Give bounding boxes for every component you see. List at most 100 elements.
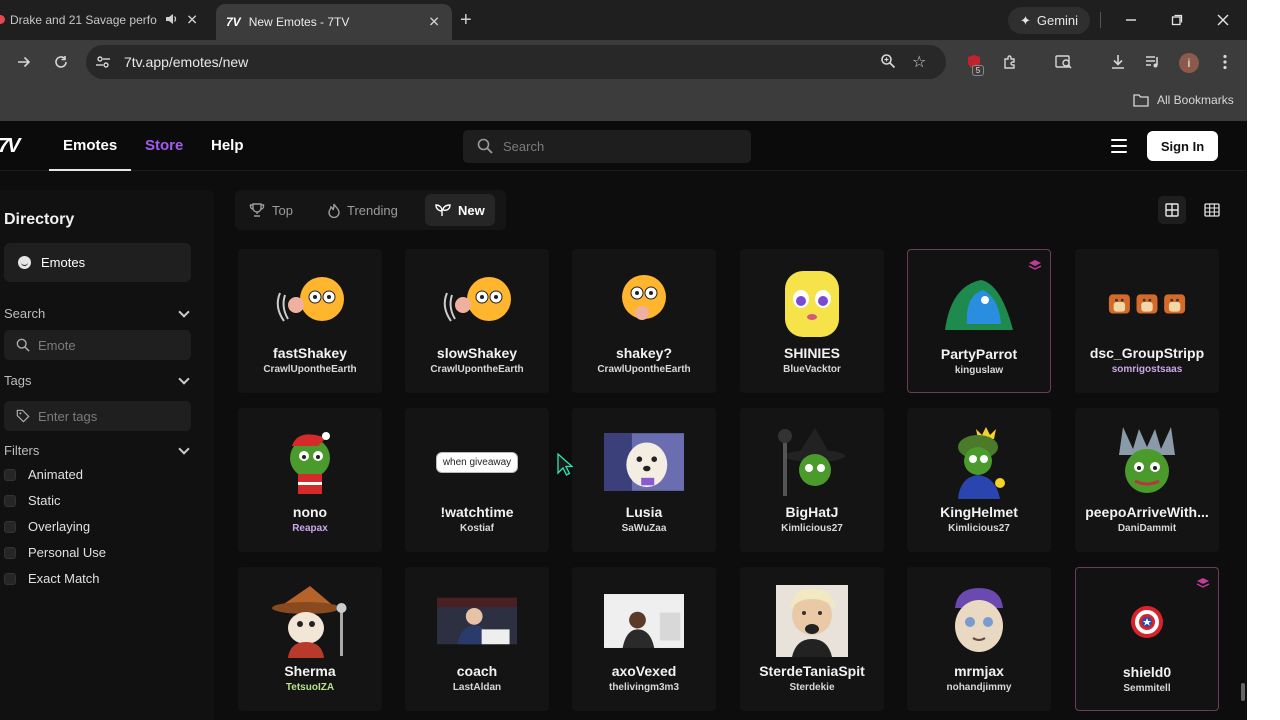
restore-button[interactable]	[1164, 8, 1190, 32]
minimize-button[interactable]	[1118, 8, 1144, 32]
checkbox[interactable]	[4, 520, 16, 533]
all-bookmarks-button[interactable]: All Bookmarks	[1133, 93, 1234, 107]
sort-new[interactable]: New	[425, 194, 495, 226]
checkbox[interactable]	[4, 468, 16, 481]
emote-card[interactable]: shield0 Semmitell	[1075, 567, 1219, 711]
emote-card[interactable]: coach LastAldan	[405, 567, 549, 711]
emote-search-input[interactable]	[38, 337, 188, 353]
address-bar[interactable]: 7tv.app/emotes/new ☆	[86, 45, 946, 79]
emote-card[interactable]: mrmjax nohandjimmy	[907, 567, 1051, 711]
emote-card[interactable]: Sherma TetsuoIZA	[238, 567, 382, 711]
filter-static[interactable]: Static	[4, 493, 61, 508]
close-window-button[interactable]	[1210, 8, 1236, 32]
emote-owner[interactable]: CrawlUpontheEarth	[405, 364, 549, 375]
emote-image: when giveaway	[435, 424, 519, 500]
emote-card[interactable]: BigHatJ Kimlicious27	[740, 408, 884, 552]
emote-card[interactable]: shakey? CrawlUpontheEarth	[572, 249, 716, 393]
emote-owner[interactable]: TetsuoIZA	[238, 682, 382, 693]
emote-owner[interactable]: Kostiaf	[405, 523, 549, 534]
emote-card[interactable]: SHINIES BlueVacktor	[740, 249, 884, 393]
emote-owner[interactable]: Kimlicious27	[740, 523, 884, 534]
filter-personal-use[interactable]: Personal Use	[4, 545, 106, 560]
nav-help[interactable]: Help	[211, 137, 244, 154]
close-tab-icon[interactable]: ✕	[428, 14, 440, 31]
emote-owner[interactable]: nohandjimmy	[907, 682, 1051, 693]
reload-icon[interactable]	[51, 52, 71, 72]
emote-card[interactable]: peepoArriveWith... DaniDammit	[1075, 408, 1219, 552]
grid-view-small-button[interactable]	[1198, 196, 1226, 224]
emote-owner[interactable]: CrawlUpontheEarth	[572, 364, 716, 375]
emote-card[interactable]: dsc_GroupStripp somrigostsaas	[1075, 249, 1219, 393]
site-search[interactable]	[463, 130, 751, 163]
hamburger-menu-icon[interactable]	[1111, 139, 1127, 157]
tab-7tv[interactable]: 7V New Emotes - 7TV ✕	[216, 4, 452, 40]
sort-trending[interactable]: Trending	[318, 194, 408, 226]
sign-in-button[interactable]: Sign In	[1147, 131, 1218, 161]
puzzle-extensions-icon[interactable]	[1000, 52, 1020, 72]
checkbox[interactable]	[4, 546, 16, 559]
url-text[interactable]: 7tv.app/emotes/new	[124, 54, 248, 70]
emote-owner[interactable]: Kimlicious27	[907, 523, 1051, 534]
emote-card[interactable]: axoVexed thelivingm3m3	[572, 567, 716, 711]
grid-view-large-button[interactable]	[1158, 196, 1186, 224]
sort-top[interactable]: Top	[239, 194, 303, 226]
forward-icon[interactable]	[14, 52, 34, 72]
emote-card[interactable]: fastShakey CrawlUpontheEarth	[238, 249, 382, 393]
bookmarks-bar: All Bookmarks	[0, 85, 1247, 121]
emote-owner[interactable]: Semmitell	[1076, 683, 1218, 694]
emote-owner[interactable]: BlueVacktor	[740, 364, 884, 375]
profile-avatar[interactable]: i	[1179, 53, 1199, 73]
emote-owner[interactable]: Sterdekie	[740, 682, 884, 693]
emote-owner[interactable]: thelivingm3m3	[572, 682, 716, 693]
page-scrollbar-thumb[interactable]	[1241, 683, 1245, 701]
emote-owner[interactable]: kinguslaw	[908, 365, 1050, 376]
tags-section-toggle[interactable]: Tags	[4, 372, 192, 388]
tags-input[interactable]	[38, 408, 188, 424]
search-section-toggle[interactable]: Search	[4, 305, 192, 321]
emote-search-field[interactable]	[4, 330, 191, 360]
page-content: 7V Emotes Store Help Sign In Directory E…	[0, 121, 1247, 720]
emote-name: axoVexed	[611, 663, 677, 679]
directory-item-emotes[interactable]: Emotes	[4, 243, 191, 282]
site-settings-icon[interactable]	[94, 53, 112, 76]
download-icon[interactable]	[1108, 52, 1128, 72]
checkbox[interactable]	[4, 494, 16, 507]
emote-card[interactable]: PartyParrot kinguslaw	[907, 249, 1051, 393]
filter-label: Animated	[28, 467, 83, 482]
zoom-icon[interactable]	[880, 53, 896, 74]
filter-exact-match[interactable]: Exact Match	[4, 571, 100, 586]
emote-image	[939, 424, 1019, 500]
speaker-icon[interactable]	[164, 12, 178, 29]
emote-owner[interactable]: somrigostsaas	[1075, 364, 1219, 375]
emote-owner[interactable]: SaWuZaa	[572, 523, 716, 534]
new-tab-button[interactable]: +	[460, 10, 472, 30]
kebab-menu-icon[interactable]	[1215, 52, 1235, 72]
emote-card[interactable]: KingHelmet Kimlicious27	[907, 408, 1051, 552]
emote-card[interactable]: SterdeTaniaSpit Sterdekie	[740, 567, 884, 711]
gemini-button[interactable]: ✦ Gemini	[1008, 7, 1090, 34]
emote-owner[interactable]: Reapax	[238, 523, 382, 534]
emote-owner[interactable]: CrawlUpontheEarth	[238, 364, 382, 375]
emote-card[interactable]: slowShakey CrawlUpontheEarth	[405, 249, 549, 393]
7tv-logo[interactable]: 7V	[0, 135, 21, 158]
nav-emotes[interactable]: Emotes	[63, 137, 117, 154]
emote-card[interactable]: when giveaway !watchtime Kostiaf	[405, 408, 549, 552]
emote-card[interactable]: nono Reapax	[238, 408, 382, 552]
emote-owner[interactable]: DaniDammit	[1075, 523, 1219, 534]
extension-badge: 5	[972, 65, 984, 76]
checkbox[interactable]	[4, 572, 16, 585]
filter-overlaying[interactable]: Overlaying	[4, 519, 90, 534]
tags-field[interactable]	[4, 401, 191, 431]
filters-section-toggle[interactable]: Filters	[4, 442, 192, 458]
filter-animated[interactable]: Animated	[4, 467, 83, 482]
media-control-icon[interactable]	[1143, 52, 1163, 72]
emote-owner[interactable]: LastAldan	[405, 682, 549, 693]
close-tab-icon[interactable]: ✕	[186, 12, 198, 29]
nav-store[interactable]: Store	[145, 137, 183, 154]
search-input[interactable]	[503, 130, 743, 163]
emote-image	[1107, 584, 1187, 660]
tab-search-icon[interactable]	[1054, 52, 1074, 72]
emote-card[interactable]: Lusia SaWuZaa	[572, 408, 716, 552]
tab-youtube[interactable]: Drake and 21 Savage perfo ✕	[0, 0, 210, 40]
bookmark-star-icon[interactable]: ☆	[912, 52, 926, 72]
